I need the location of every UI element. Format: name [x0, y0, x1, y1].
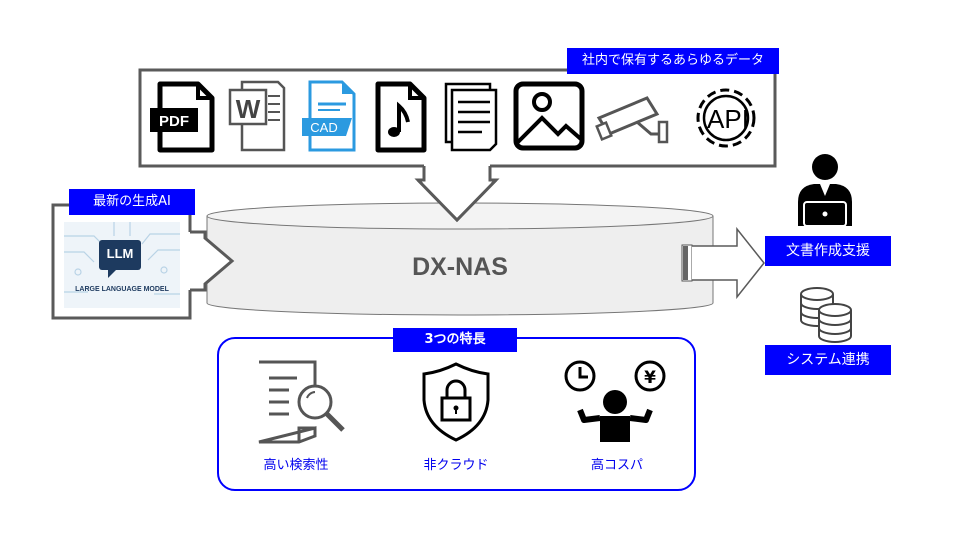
- svg-text:PDF: PDF: [159, 113, 189, 130]
- llm-badge: LLM: [106, 246, 134, 261]
- llm-card: LLM LARGE LANGUAGE MODEL: [64, 222, 180, 308]
- document-search-icon: [258, 360, 345, 444]
- api-gear-icon: API: [696, 88, 756, 148]
- feature-label-search: 高い検索性: [263, 458, 329, 473]
- music-file-icon: [375, 81, 427, 153]
- llm-label: 最新の生成AI: [69, 189, 195, 215]
- cad-file-icon: CAD: [302, 80, 356, 152]
- time-money-person-icon: ¥: [564, 360, 666, 442]
- nas-title: DX-NAS: [412, 253, 508, 281]
- data-source-icons: PDF W CAD API: [150, 80, 756, 153]
- svg-text:¥: ¥: [644, 368, 656, 388]
- word-file-icon: W: [228, 80, 286, 152]
- output-label-document: 文書作成支援: [765, 236, 891, 266]
- documents-icon: [444, 82, 498, 152]
- pdf-file-icon: PDF: [150, 81, 215, 153]
- feature-label-noncloud: 非クラウド: [423, 458, 489, 473]
- shield-lock-icon: [422, 362, 490, 442]
- person-laptop-icon: [798, 154, 852, 227]
- output-label-system: システム連携: [765, 345, 891, 375]
- llm-caption: LARGE LANGUAGE MODEL: [75, 286, 169, 293]
- svg-text:W: W: [236, 94, 261, 124]
- data-sources-label: 社内で保有するあらゆるデータ: [567, 48, 779, 74]
- security-camera-icon: [595, 96, 669, 144]
- image-icon: [513, 81, 585, 151]
- feature-label-costperf: 高コスパ: [590, 458, 643, 473]
- circuit-pattern: [64, 222, 180, 295]
- svg-text:CAD: CAD: [310, 120, 337, 135]
- features-title: 3つの特長: [393, 328, 517, 352]
- output-arrow: [692, 226, 765, 300]
- database-icon: [800, 287, 852, 343]
- svg-text:API: API: [707, 104, 749, 134]
